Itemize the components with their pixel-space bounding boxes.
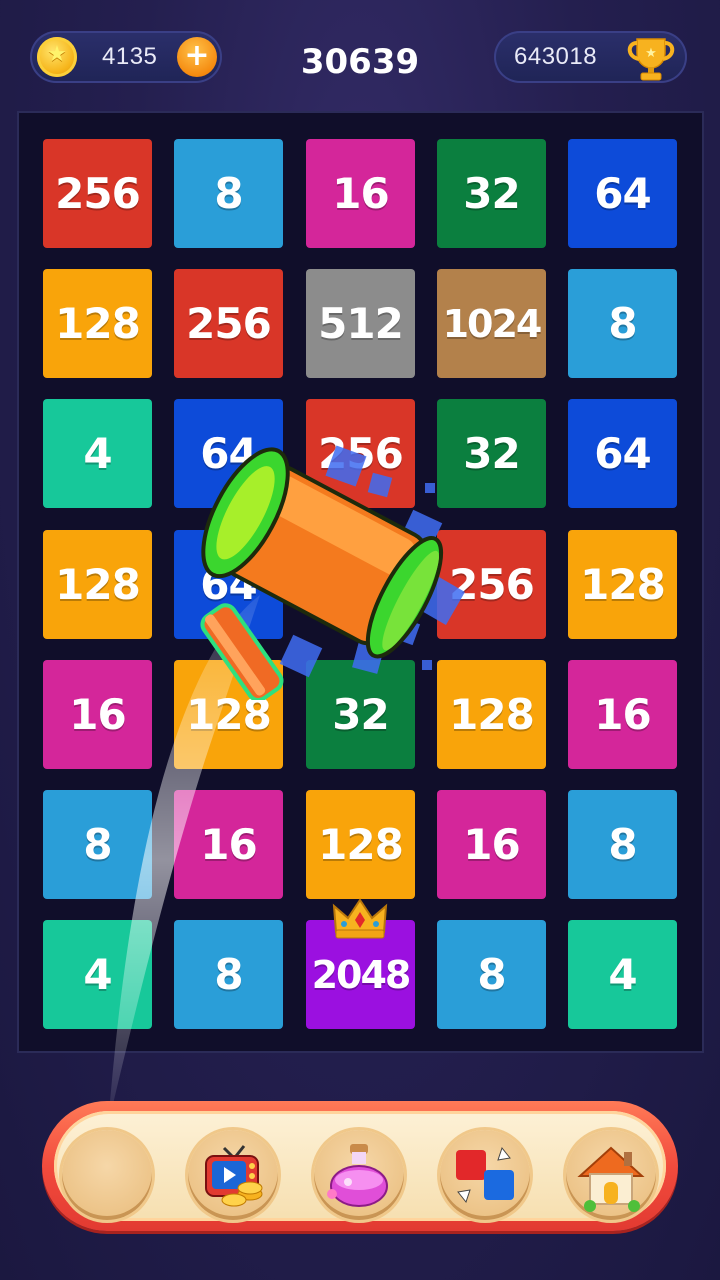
swap-blocks-button[interactable] <box>440 1130 530 1220</box>
tile-r6-c1[interactable]: 8 <box>43 790 152 899</box>
tile-r7-c2[interactable]: 8 <box>174 920 283 1029</box>
crown-icon <box>332 898 388 939</box>
current-score: 30639 <box>300 42 420 82</box>
tile-r5-c1[interactable]: 16 <box>43 660 152 769</box>
toolbar-tray <box>54 1111 666 1221</box>
tile-r2-c4[interactable]: 1024 <box>437 269 546 378</box>
tile-r3-c1[interactable]: 4 <box>43 399 152 508</box>
tile-r1-c4[interactable]: 32 <box>437 139 546 248</box>
coin-counter: 4135 + <box>30 31 222 83</box>
tile-r1-c5[interactable]: 64 <box>568 139 677 248</box>
potion-button[interactable] <box>314 1130 404 1220</box>
tile-r5-c5[interactable]: 16 <box>568 660 677 769</box>
empty-slot[interactable] <box>62 1130 152 1220</box>
tile-r2-c1[interactable]: 128 <box>43 269 152 378</box>
coin-count: 4135 <box>102 43 158 70</box>
tile-r6-c3[interactable]: 128 <box>306 790 415 899</box>
hammer-icon <box>200 445 465 700</box>
tile-r2-c3[interactable]: 512 <box>306 269 415 378</box>
potion-icon <box>327 1144 388 1207</box>
tv-coins-icon <box>205 1145 263 1207</box>
add-coins-button[interactable]: + <box>177 37 217 77</box>
home-button[interactable] <box>566 1130 656 1220</box>
tile-r6-c2[interactable]: 16 <box>174 790 283 899</box>
tile-r2-c2[interactable]: 256 <box>174 269 283 378</box>
tile-r3-c5[interactable]: 64 <box>568 399 677 508</box>
tile-r1-c3[interactable]: 16 <box>306 139 415 248</box>
tile-r7-c4[interactable]: 8 <box>437 920 546 1029</box>
best-score-counter: 643018 ★ <box>494 31 687 83</box>
svg-text:★: ★ <box>645 46 657 61</box>
tile-r7-c5[interactable]: 4 <box>568 920 677 1029</box>
tile-r1-c1[interactable]: 256 <box>43 139 152 248</box>
tile-r4-c1[interactable]: 128 <box>43 530 152 639</box>
trophy-icon: ★ <box>627 38 675 81</box>
powerup-toolbar <box>42 1101 678 1231</box>
best-score: 643018 <box>514 43 598 70</box>
tile-r2-c5[interactable]: 8 <box>568 269 677 378</box>
tile-r1-c2[interactable]: 8 <box>174 139 283 248</box>
watch-video-coins-button[interactable] <box>188 1130 278 1220</box>
swap-blocks-icon <box>456 1146 514 1204</box>
coin-icon <box>37 37 77 77</box>
home-icon <box>577 1146 645 1212</box>
tile-r6-c5[interactable]: 8 <box>568 790 677 899</box>
tile-r6-c4[interactable]: 16 <box>437 790 546 899</box>
tile-r7-c1[interactable]: 4 <box>43 920 152 1029</box>
tile-r4-c5[interactable]: 128 <box>568 530 677 639</box>
